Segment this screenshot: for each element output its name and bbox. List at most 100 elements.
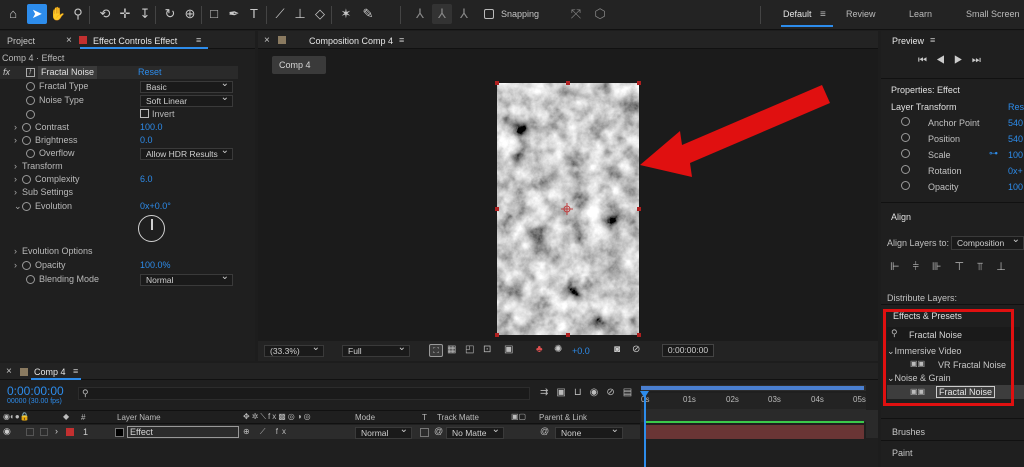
close-tab-icon[interactable]: × [6, 366, 12, 377]
opacity-prop-value[interactable]: 100 [1008, 182, 1023, 192]
preserve-transparency-checkbox[interactable] [420, 428, 429, 437]
grid-guides-icon[interactable]: ⊡ [483, 344, 491, 355]
composition-canvas[interactable] [495, 81, 641, 337]
effect-name[interactable]: Fractal Noise [38, 66, 98, 79]
noise-type-dropdown[interactable]: Soft Linear [140, 93, 233, 107]
complexity-value[interactable]: 6.0 [140, 173, 153, 186]
timeline-scroll-end[interactable] [866, 410, 878, 438]
snapping-checkbox[interactable] [484, 9, 494, 19]
overflow-dropdown[interactable]: Allow HDR Results [140, 146, 233, 160]
color-management-icon[interactable]: ✺ [554, 344, 562, 355]
workspace-small-screen[interactable]: Small Screen [966, 9, 1020, 19]
evolution-options-group[interactable]: › Evolution Options [14, 245, 93, 258]
axis-world-icon[interactable]: ⅄ [432, 4, 452, 24]
solo-toggle[interactable] [26, 428, 34, 436]
stopwatch-icon[interactable] [26, 82, 35, 92]
visibility-eye-icon[interactable]: ◉ [3, 426, 11, 437]
stopwatch-icon[interactable] [22, 136, 31, 146]
fractal-type-dropdown[interactable]: Basic [140, 79, 233, 93]
layer-switches[interactable]: ⊕ ⟋ fx [243, 427, 290, 437]
contrast-value[interactable]: 100.0 [140, 121, 163, 134]
home-icon[interactable]: ⌂ [3, 4, 23, 24]
playhead[interactable] [644, 391, 646, 467]
align-buttons-row[interactable]: ⊩⫩⊪⊤⫪⊥ [890, 260, 1019, 274]
comp-breadcrumb-button[interactable]: Comp 4 [272, 56, 326, 74]
stopwatch-icon[interactable] [26, 110, 35, 120]
stopwatch-icon[interactable] [22, 261, 31, 271]
expand-arrow-icon[interactable]: › [55, 426, 58, 436]
stopwatch-icon[interactable] [901, 181, 910, 190]
workspace-default[interactable]: Default [783, 9, 812, 19]
timeline-switch-icons[interactable]: ⇉▣⊔◉⊘▤ [540, 387, 640, 398]
track-matte-dropdown[interactable]: No Matte [446, 425, 504, 439]
anchor-point-value[interactable]: 540 [1008, 118, 1023, 128]
stopwatch-icon[interactable] [901, 149, 910, 158]
parent-pickwhip-icon[interactable]: @ [540, 426, 549, 436]
stopwatch-icon[interactable] [901, 117, 910, 126]
panel-menu-icon[interactable]: ≡ [73, 366, 78, 376]
stopwatch-icon[interactable] [26, 275, 35, 285]
tab-composition[interactable]: Composition Comp 4 [309, 36, 393, 46]
parent-dropdown[interactable]: None [555, 425, 623, 439]
invert-checkbox[interactable] [140, 109, 149, 118]
fast-previews-icon[interactable]: ⛶ [429, 344, 443, 357]
transform-group[interactable]: › Transform [14, 160, 63, 173]
transparency-grid-icon[interactable]: ▦ [447, 344, 456, 355]
paint-panel-title[interactable]: Paint [892, 448, 913, 458]
blending-mode-dropdown[interactable]: Normal [140, 272, 233, 286]
anchor-tool-icon[interactable]: ⊕ [180, 4, 200, 24]
mask-visibility-icon[interactable]: ◰ [465, 344, 474, 355]
pen-tool-icon[interactable]: ✒ [224, 4, 244, 24]
stopwatch-icon[interactable] [22, 175, 31, 185]
rotate-tool-icon[interactable]: ↻ [160, 4, 180, 24]
pan-tool-icon[interactable]: ✛ [115, 4, 135, 24]
clone-tool-icon[interactable]: ⊥ [290, 4, 310, 24]
zoom-dropdown[interactable]: (33.3%) [264, 343, 324, 357]
orbit-tool-icon[interactable]: ⟲ [95, 4, 115, 24]
snap-expand-icon[interactable]: ⤧ [566, 4, 586, 24]
panel-menu-icon[interactable]: ≡ [399, 35, 404, 45]
tab-timeline-comp[interactable]: Comp 4 [34, 367, 66, 377]
expand-arrow-icon[interactable]: › [14, 259, 22, 272]
current-time-display[interactable]: 0:00:00:00 [662, 344, 714, 357]
panel-menu-icon[interactable]: ≡ [196, 35, 201, 45]
brightness-value[interactable]: 0.0 [140, 134, 153, 147]
stopwatch-icon[interactable] [901, 133, 910, 142]
expand-arrow-icon[interactable]: › [14, 134, 22, 147]
workspace-review[interactable]: Review [846, 9, 876, 19]
effect-reset-link[interactable]: Reset [138, 66, 162, 79]
expand-arrow-icon[interactable]: › [14, 121, 22, 134]
opacity-value[interactable]: 100.0% [140, 259, 171, 272]
stopwatch-icon[interactable] [901, 165, 910, 174]
selection-tool-icon[interactable]: ➤ [27, 4, 47, 24]
close-tab-icon[interactable]: × [264, 35, 270, 46]
layer-transform-reset[interactable]: Rese [1008, 102, 1024, 112]
timeline-search-input[interactable] [78, 387, 530, 400]
layer-label-color[interactable] [66, 428, 74, 436]
show-snapshot-icon[interactable]: ⊘ [632, 344, 640, 355]
stopwatch-icon[interactable] [22, 202, 31, 212]
evolution-value[interactable]: 0x+0.0° [140, 200, 171, 213]
scale-value[interactable]: 100 [1008, 150, 1023, 160]
lock-toggle[interactable] [40, 428, 48, 436]
layer-name-field[interactable]: Effect [127, 426, 239, 438]
stopwatch-icon[interactable] [26, 96, 35, 106]
zoom-tool-icon[interactable]: ⚲ [68, 4, 88, 24]
close-tab-icon[interactable]: × [66, 35, 72, 46]
tab-project[interactable]: Project [7, 36, 35, 46]
region-of-interest-icon[interactable]: ▣ [504, 344, 513, 355]
position-value[interactable]: 540 [1008, 134, 1023, 144]
eraser-tool-icon[interactable]: ◇ [310, 4, 330, 24]
workspace-learn[interactable]: Learn [909, 9, 932, 19]
resolution-dropdown[interactable]: Full [342, 343, 410, 357]
stopwatch-icon[interactable] [22, 123, 31, 133]
align-target-dropdown[interactable]: Composition [951, 234, 1024, 250]
workspace-menu-icon[interactable]: ≡ [820, 9, 826, 20]
panel-menu-icon[interactable]: ≡ [930, 35, 935, 45]
brush-tool-icon[interactable]: ⟋ [270, 4, 290, 24]
rotation-value[interactable]: 0x+ [1008, 166, 1023, 176]
preview-transport-controls[interactable]: ⏮◀▶⏭ [918, 55, 990, 66]
layer-mode-dropdown[interactable]: Normal [355, 425, 412, 439]
type-tool-icon[interactable]: T [244, 4, 264, 24]
collapse-arrow-icon[interactable]: ⌄ [14, 200, 22, 213]
